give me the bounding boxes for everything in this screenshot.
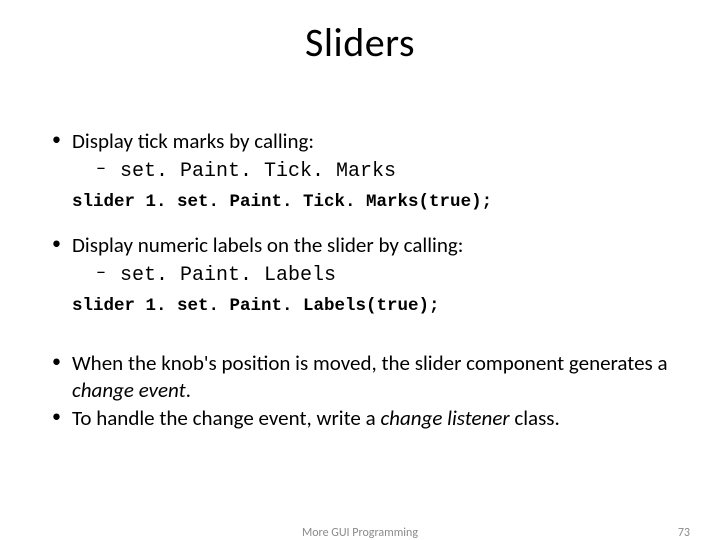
- bullet-text: Display numeric labels on the slider by …: [72, 232, 463, 258]
- slide-content: Display tick marks by calling: set. Pain…: [48, 128, 672, 433]
- slide: Sliders Display tick marks by calling: s…: [0, 18, 720, 540]
- bullet-item: Display tick marks by calling: set. Pain…: [48, 128, 672, 184]
- bullet-list: Display numeric labels on the slider by …: [48, 232, 672, 288]
- slide-title: Sliders: [0, 18, 720, 67]
- sub-list: set. Paint. Tick. Marks: [72, 156, 672, 184]
- emphasis-text: change event: [72, 377, 186, 403]
- code-block: slider 1. set. Paint. Labels(true);: [72, 296, 672, 318]
- emphasis-text: change listener: [380, 405, 514, 431]
- bullet-item: Display numeric labels on the slider by …: [48, 232, 672, 288]
- code-inline: set. Paint. Labels: [120, 264, 336, 287]
- bullet-text: .: [186, 377, 191, 403]
- sub-list: set. Paint. Labels: [72, 260, 672, 288]
- bullet-item: When the knob's position is moved, the s…: [48, 350, 672, 403]
- sub-item: set. Paint. Tick. Marks: [72, 156, 672, 184]
- bullet-text: To handle the change event, write a: [72, 405, 380, 431]
- sub-item: set. Paint. Labels: [72, 260, 672, 288]
- bullet-list: When the knob's position is moved, the s…: [48, 350, 672, 431]
- bullet-item: To handle the change event, write a chan…: [48, 405, 672, 431]
- bullet-text: Display tick marks by calling:: [72, 128, 314, 154]
- bullet-list: Display tick marks by calling: set. Pain…: [48, 128, 672, 184]
- spacer: [48, 336, 672, 350]
- code-inline: set. Paint. Tick. Marks: [120, 160, 396, 183]
- code-block: slider 1. set. Paint. Tick. Marks(true);: [72, 192, 672, 214]
- bullet-text: class.: [514, 405, 560, 431]
- page-number: 73: [678, 526, 690, 540]
- footer-text: More GUI Programming: [0, 526, 720, 540]
- bullet-text: When the knob's position is moved, the s…: [72, 350, 668, 376]
